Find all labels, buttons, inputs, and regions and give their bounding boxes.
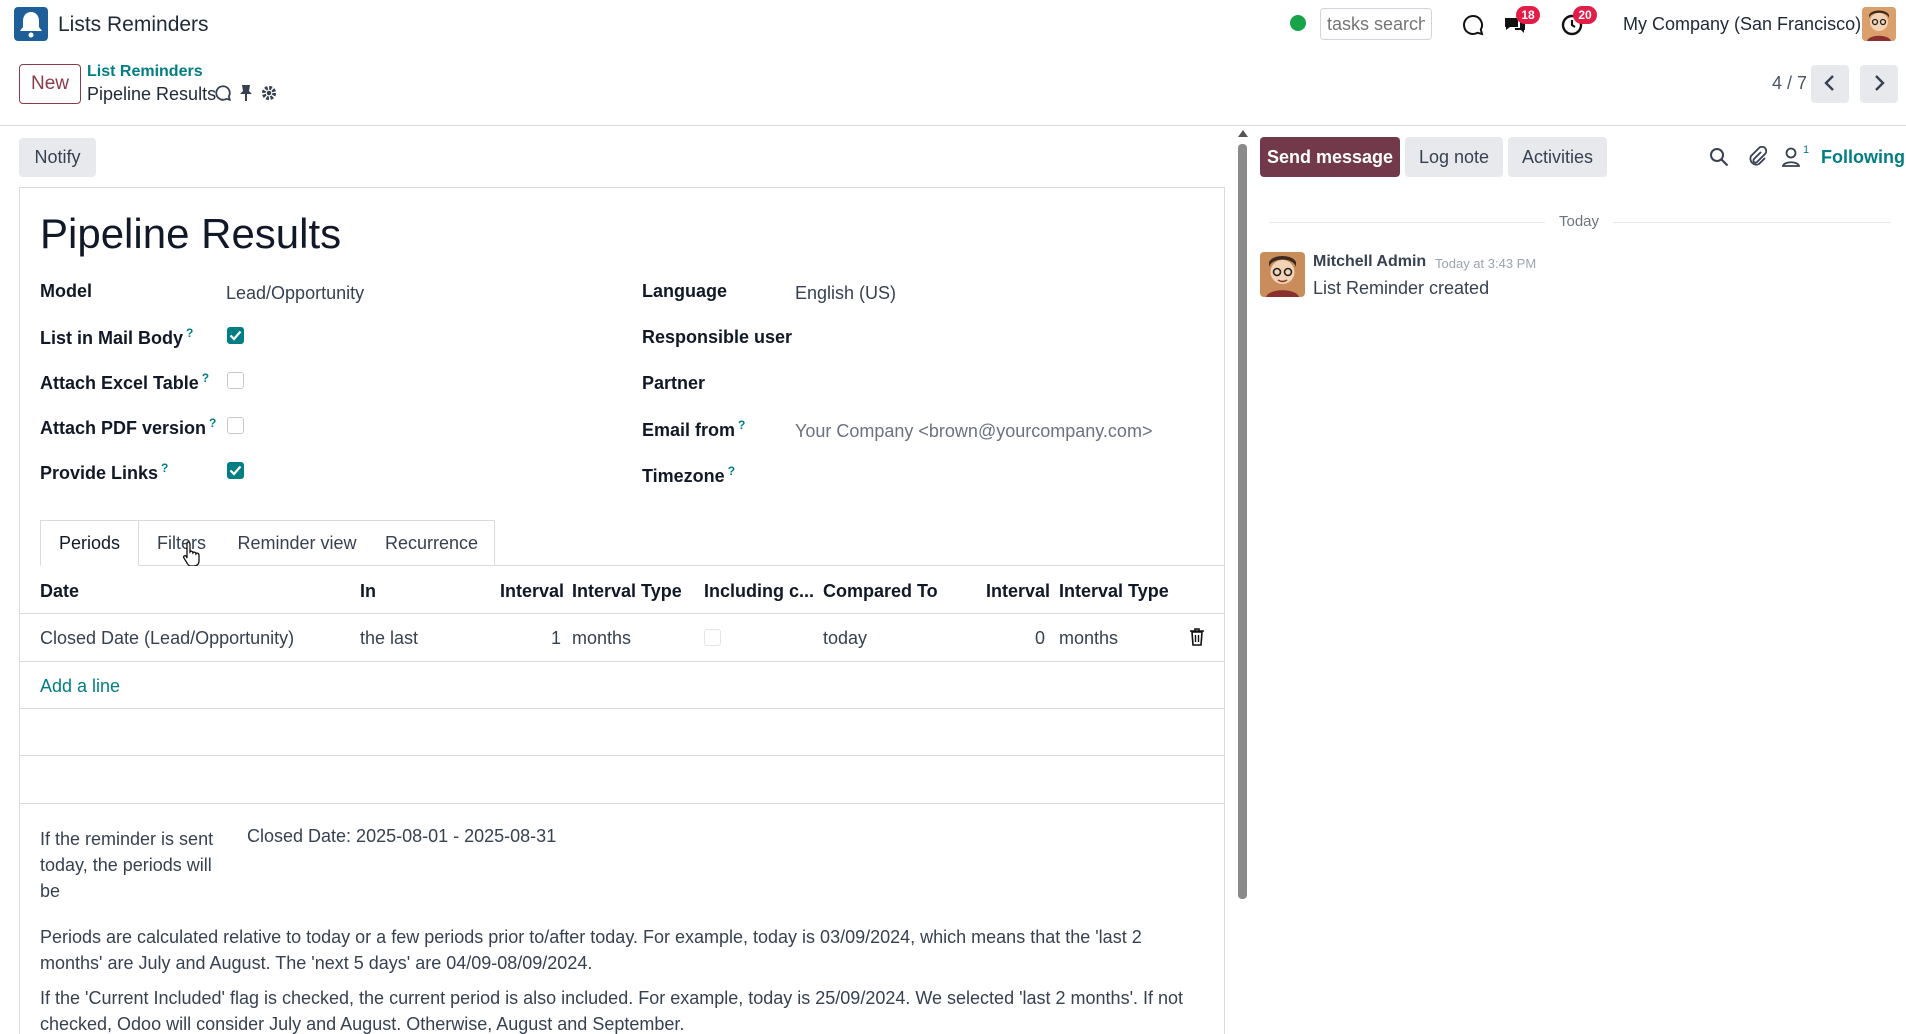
- attach-pdf-version-checkbox[interactable]: [227, 417, 244, 434]
- cell-date[interactable]: Closed Date (Lead/Opportunity): [40, 628, 294, 649]
- periods-table-header: Date In Interval Interval Type Including…: [19, 567, 1225, 614]
- bell-app-icon[interactable]: [14, 7, 48, 41]
- cell-including-current-checkbox[interactable]: [704, 629, 721, 646]
- message-date: Today at 3:43 PM: [1435, 256, 1537, 271]
- scrollbar-thumb[interactable]: [1238, 144, 1247, 899]
- email-from-label: Email from?: [642, 418, 746, 440]
- timezone-label: Timezone?: [642, 464, 736, 486]
- following-button[interactable]: Following: [1821, 147, 1905, 168]
- app-title[interactable]: Lists Reminders: [58, 13, 209, 37]
- cell-interval[interactable]: 1: [551, 628, 561, 649]
- tab-reminder-view[interactable]: Reminder view: [225, 520, 370, 566]
- row-divider: [19, 708, 1225, 709]
- paperclip-icon[interactable]: [1746, 146, 1768, 168]
- log-note-button[interactable]: Log note: [1405, 137, 1503, 177]
- new-button[interactable]: New: [19, 64, 81, 104]
- messages-badge: 18: [1516, 6, 1540, 24]
- tab-periods[interactable]: Periods: [40, 520, 139, 566]
- column-header-compared-to[interactable]: Compared To: [823, 581, 938, 602]
- hand-pointer-cursor-icon: [182, 541, 200, 566]
- periods-preview-value: Closed Date: 2025-08-01 - 2025-08-31: [247, 826, 557, 846]
- message-author[interactable]: Mitchell Admin: [1313, 253, 1426, 271]
- help-tooltip-icon[interactable]: ?: [209, 416, 216, 430]
- responsible-user-field[interactable]: [795, 327, 1195, 351]
- pager-value[interactable]: 4 / 7: [1772, 73, 1807, 94]
- search-icon[interactable]: [1708, 146, 1730, 168]
- tab-recurrence[interactable]: Recurrence: [369, 520, 495, 566]
- activities-clock-icon[interactable]: 20: [1557, 6, 1597, 40]
- provide-links-label: Provide Links?: [40, 461, 169, 483]
- cell-interval-type-2[interactable]: months: [1059, 628, 1118, 649]
- provide-links-checkbox[interactable]: [227, 462, 244, 479]
- activities-button[interactable]: Activities: [1508, 137, 1607, 177]
- help-tooltip-icon[interactable]: ?: [738, 418, 745, 432]
- messages-icon[interactable]: 18: [1500, 6, 1540, 40]
- help-tooltip-icon[interactable]: ?: [186, 326, 193, 340]
- tasks-search-input[interactable]: [1320, 8, 1432, 40]
- record-actions: [214, 84, 278, 107]
- timezone-field[interactable]: [795, 464, 1195, 488]
- help-tooltip-icon[interactable]: ?: [202, 371, 209, 385]
- company-switcher[interactable]: My Company (San Francisco): [1623, 14, 1861, 35]
- partner-label: Partner: [642, 373, 706, 393]
- language-value[interactable]: English (US): [795, 283, 896, 304]
- column-header-interval[interactable]: Interval: [500, 581, 564, 602]
- help-paragraph-current-included: If the 'Current Included' flag is checke…: [40, 988, 1184, 1034]
- gear-icon[interactable]: [260, 84, 278, 107]
- row-divider: [19, 755, 1225, 756]
- attach-pdf-version-label: Attach PDF version?: [40, 416, 217, 438]
- followers-icon[interactable]: [1780, 146, 1802, 168]
- column-header-in[interactable]: In: [360, 581, 376, 602]
- scroll-up-arrow-icon[interactable]: [1238, 130, 1248, 137]
- model-label: Model: [40, 281, 92, 301]
- trash-icon[interactable]: [1189, 628, 1205, 651]
- control-panel-divider: [0, 125, 1906, 126]
- send-message-button[interactable]: Send message: [1260, 137, 1400, 177]
- email-from-field[interactable]: Your Company <brown@yourcompany.com>: [795, 421, 1152, 442]
- help-paragraph-periods: Periods are calculated relative to today…: [40, 927, 1142, 973]
- message-body: List Reminder created: [1313, 278, 1490, 298]
- model-value[interactable]: Lead/Opportunity: [226, 283, 364, 304]
- row-divider: [19, 803, 1225, 804]
- add-a-line-link[interactable]: Add a line: [40, 676, 120, 697]
- attach-excel-table-checkbox[interactable]: [227, 372, 244, 389]
- list-in-mail-body-label: List in Mail Body?: [40, 326, 194, 348]
- pin-icon[interactable]: [238, 84, 254, 107]
- breadcrumb-parent[interactable]: List Reminders: [87, 63, 203, 81]
- top-navbar: Lists Reminders 18 20 My Company (San Fr…: [0, 0, 1906, 50]
- table-row[interactable]: Closed Date (Lead/Opportunity) the last …: [19, 614, 1225, 662]
- partner-field[interactable]: [795, 373, 1195, 397]
- cell-interval-2[interactable]: 0: [1035, 628, 1045, 649]
- periods-preview-label: If the reminder is sent today, the perio…: [40, 829, 214, 901]
- message-author-avatar[interactable]: [1260, 252, 1305, 297]
- date-separator-label: Today: [1545, 213, 1614, 230]
- record-title[interactable]: Pipeline Results: [40, 210, 341, 258]
- column-header-interval-type-2[interactable]: Interval Type: [1059, 581, 1169, 602]
- activities-badge: 20: [1573, 6, 1597, 24]
- follower-count: 1: [1803, 144, 1810, 156]
- column-header-including-current[interactable]: Including c...: [704, 581, 814, 602]
- status-indicator: [1290, 15, 1306, 31]
- cell-interval-type[interactable]: months: [572, 628, 631, 649]
- pager-previous-button[interactable]: [1811, 65, 1849, 103]
- user-avatar[interactable]: [1862, 7, 1896, 41]
- list-in-mail-body-checkbox[interactable]: [227, 327, 244, 344]
- attach-excel-table-label: Attach Excel Table?: [40, 371, 210, 393]
- language-label: Language: [642, 281, 728, 301]
- pager-next-button[interactable]: [1860, 65, 1898, 103]
- responsible-user-label: Responsible user: [642, 327, 793, 347]
- cell-compared-to[interactable]: today: [823, 628, 867, 649]
- chat-bubble-icon[interactable]: [1458, 10, 1488, 40]
- column-header-interval-type[interactable]: Interval Type: [572, 581, 682, 602]
- help-tooltip-icon[interactable]: ?: [728, 464, 735, 478]
- chatter-toggle-icon[interactable]: [214, 84, 232, 107]
- chevron-left-icon: [1823, 74, 1837, 95]
- column-header-interval-2[interactable]: Interval: [986, 581, 1050, 602]
- notify-button[interactable]: Notify: [19, 138, 96, 177]
- breadcrumb-current: Pipeline Results: [87, 84, 217, 104]
- help-tooltip-icon[interactable]: ?: [161, 461, 168, 475]
- chevron-right-icon: [1872, 74, 1886, 95]
- column-header-date[interactable]: Date: [40, 581, 79, 602]
- cell-in[interactable]: the last: [360, 628, 418, 649]
